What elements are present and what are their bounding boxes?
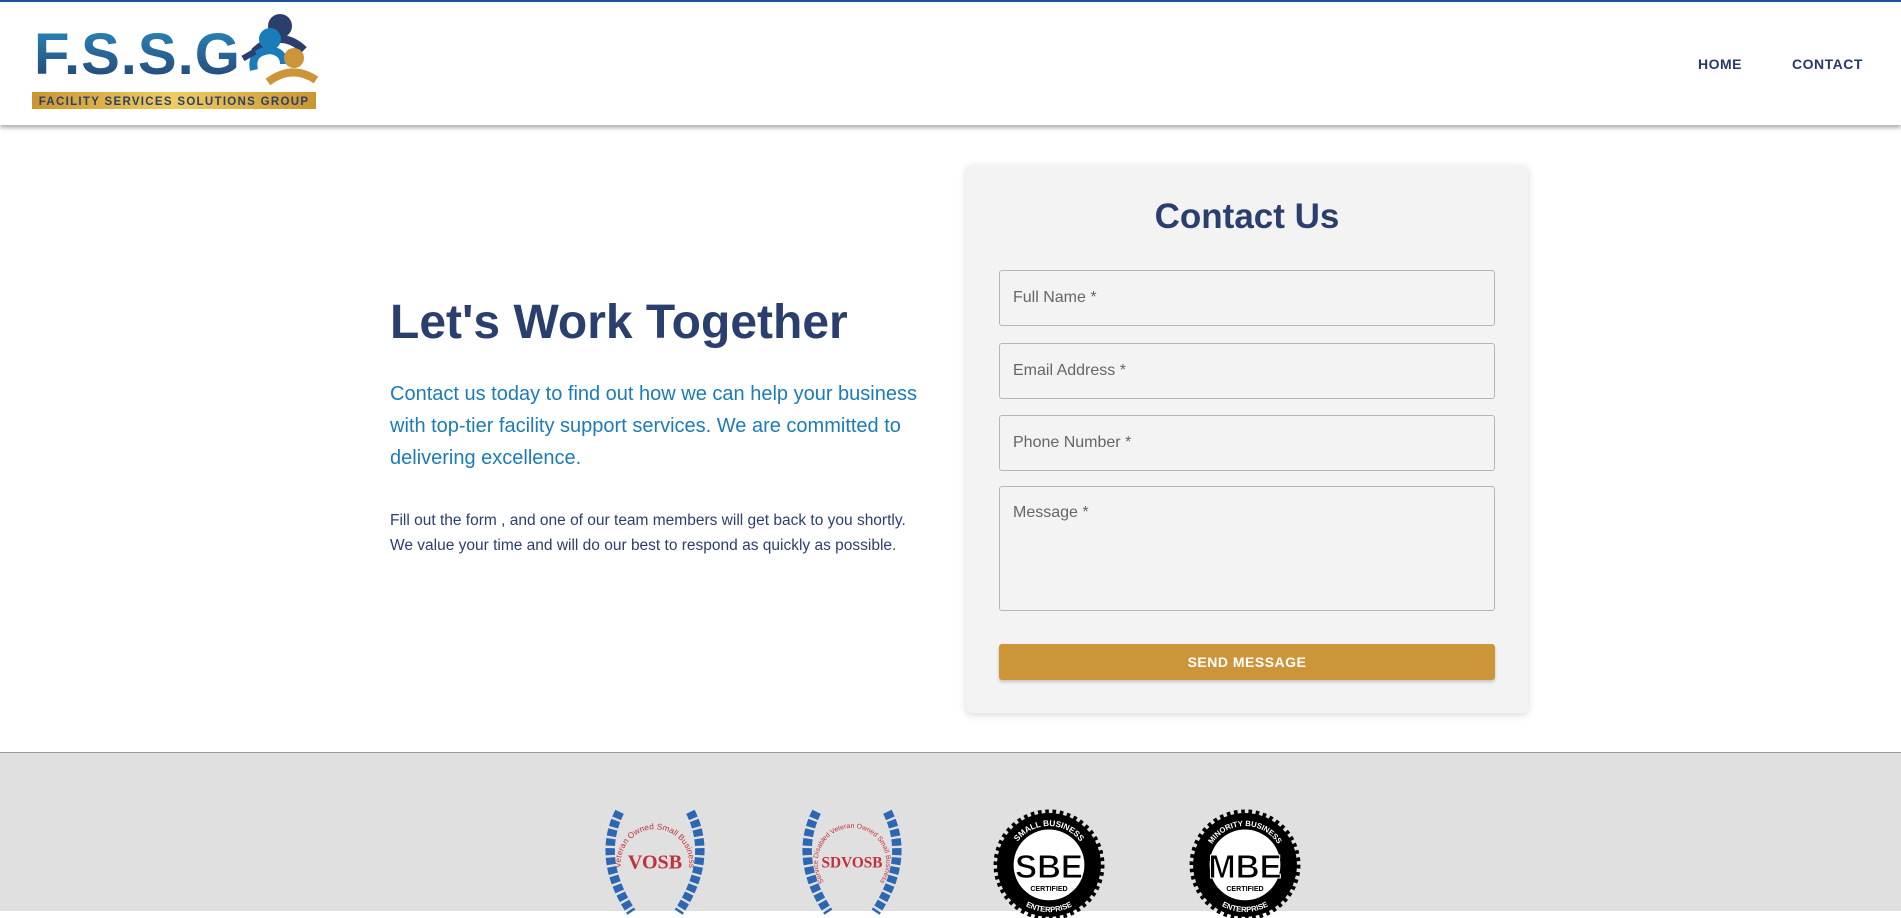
svg-text:MBE: MBE xyxy=(1208,848,1281,885)
vosb-badge: Veteran Owned Small Business VOSB xyxy=(605,809,705,915)
nav-contact[interactable]: CONTACT xyxy=(1792,56,1863,72)
contact-form: Contact Us SEND MESSAGE xyxy=(966,165,1528,713)
nav-home[interactable]: HOME xyxy=(1698,56,1742,72)
fssg-logo[interactable]: F.S.S.G FACILITY SERVICES SOLUTIONS GROU… xyxy=(32,12,332,112)
intro-lead: Contact us today to find out how we can … xyxy=(390,383,917,469)
sbe-mid-text: CERTIFIED xyxy=(1030,885,1067,893)
sbe-badge: SMALL BUSINESS SBE CERTIFIED ENTERPRISE xyxy=(993,809,1105,918)
footer: Veteran Owned Small Business VOSB Servic… xyxy=(0,752,1901,918)
site-header: F.S.S.G FACILITY SERVICES SOLUTIONS GROU… xyxy=(0,0,1901,125)
send-message-button[interactable]: SEND MESSAGE xyxy=(999,644,1495,680)
form-title: Contact Us xyxy=(1154,197,1340,236)
intro-body: Fill out the form , and one of our team … xyxy=(390,512,906,554)
sdvosb-badge: Service Disabled Veteran Owned Small Bus… xyxy=(802,809,902,915)
email-input[interactable] xyxy=(999,343,1495,399)
full-name-input[interactable] xyxy=(999,270,1495,326)
svg-text:FACILITY SERVICES SOLUTIONS GR: FACILITY SERVICES SOLUTIONS GROUP xyxy=(39,96,310,108)
svg-text:SBE: SBE xyxy=(1015,848,1083,885)
message-input[interactable] xyxy=(999,486,1495,611)
svg-text:VOSB: VOSB xyxy=(628,851,682,873)
mbe-badge: MINORITY BUSINESS MBE CERTIFIED ENTERPRI… xyxy=(1189,809,1301,918)
intro-section: Let's Work Together Contact us today to … xyxy=(390,295,930,558)
phone-input[interactable] xyxy=(999,415,1495,471)
mbe-mid-text: CERTIFIED xyxy=(1226,885,1263,893)
svg-text:SDVOSB: SDVOSB xyxy=(821,854,882,871)
intro-title: Let's Work Together xyxy=(390,296,848,349)
svg-text:F.S.S.G: F.S.S.G xyxy=(34,22,241,87)
